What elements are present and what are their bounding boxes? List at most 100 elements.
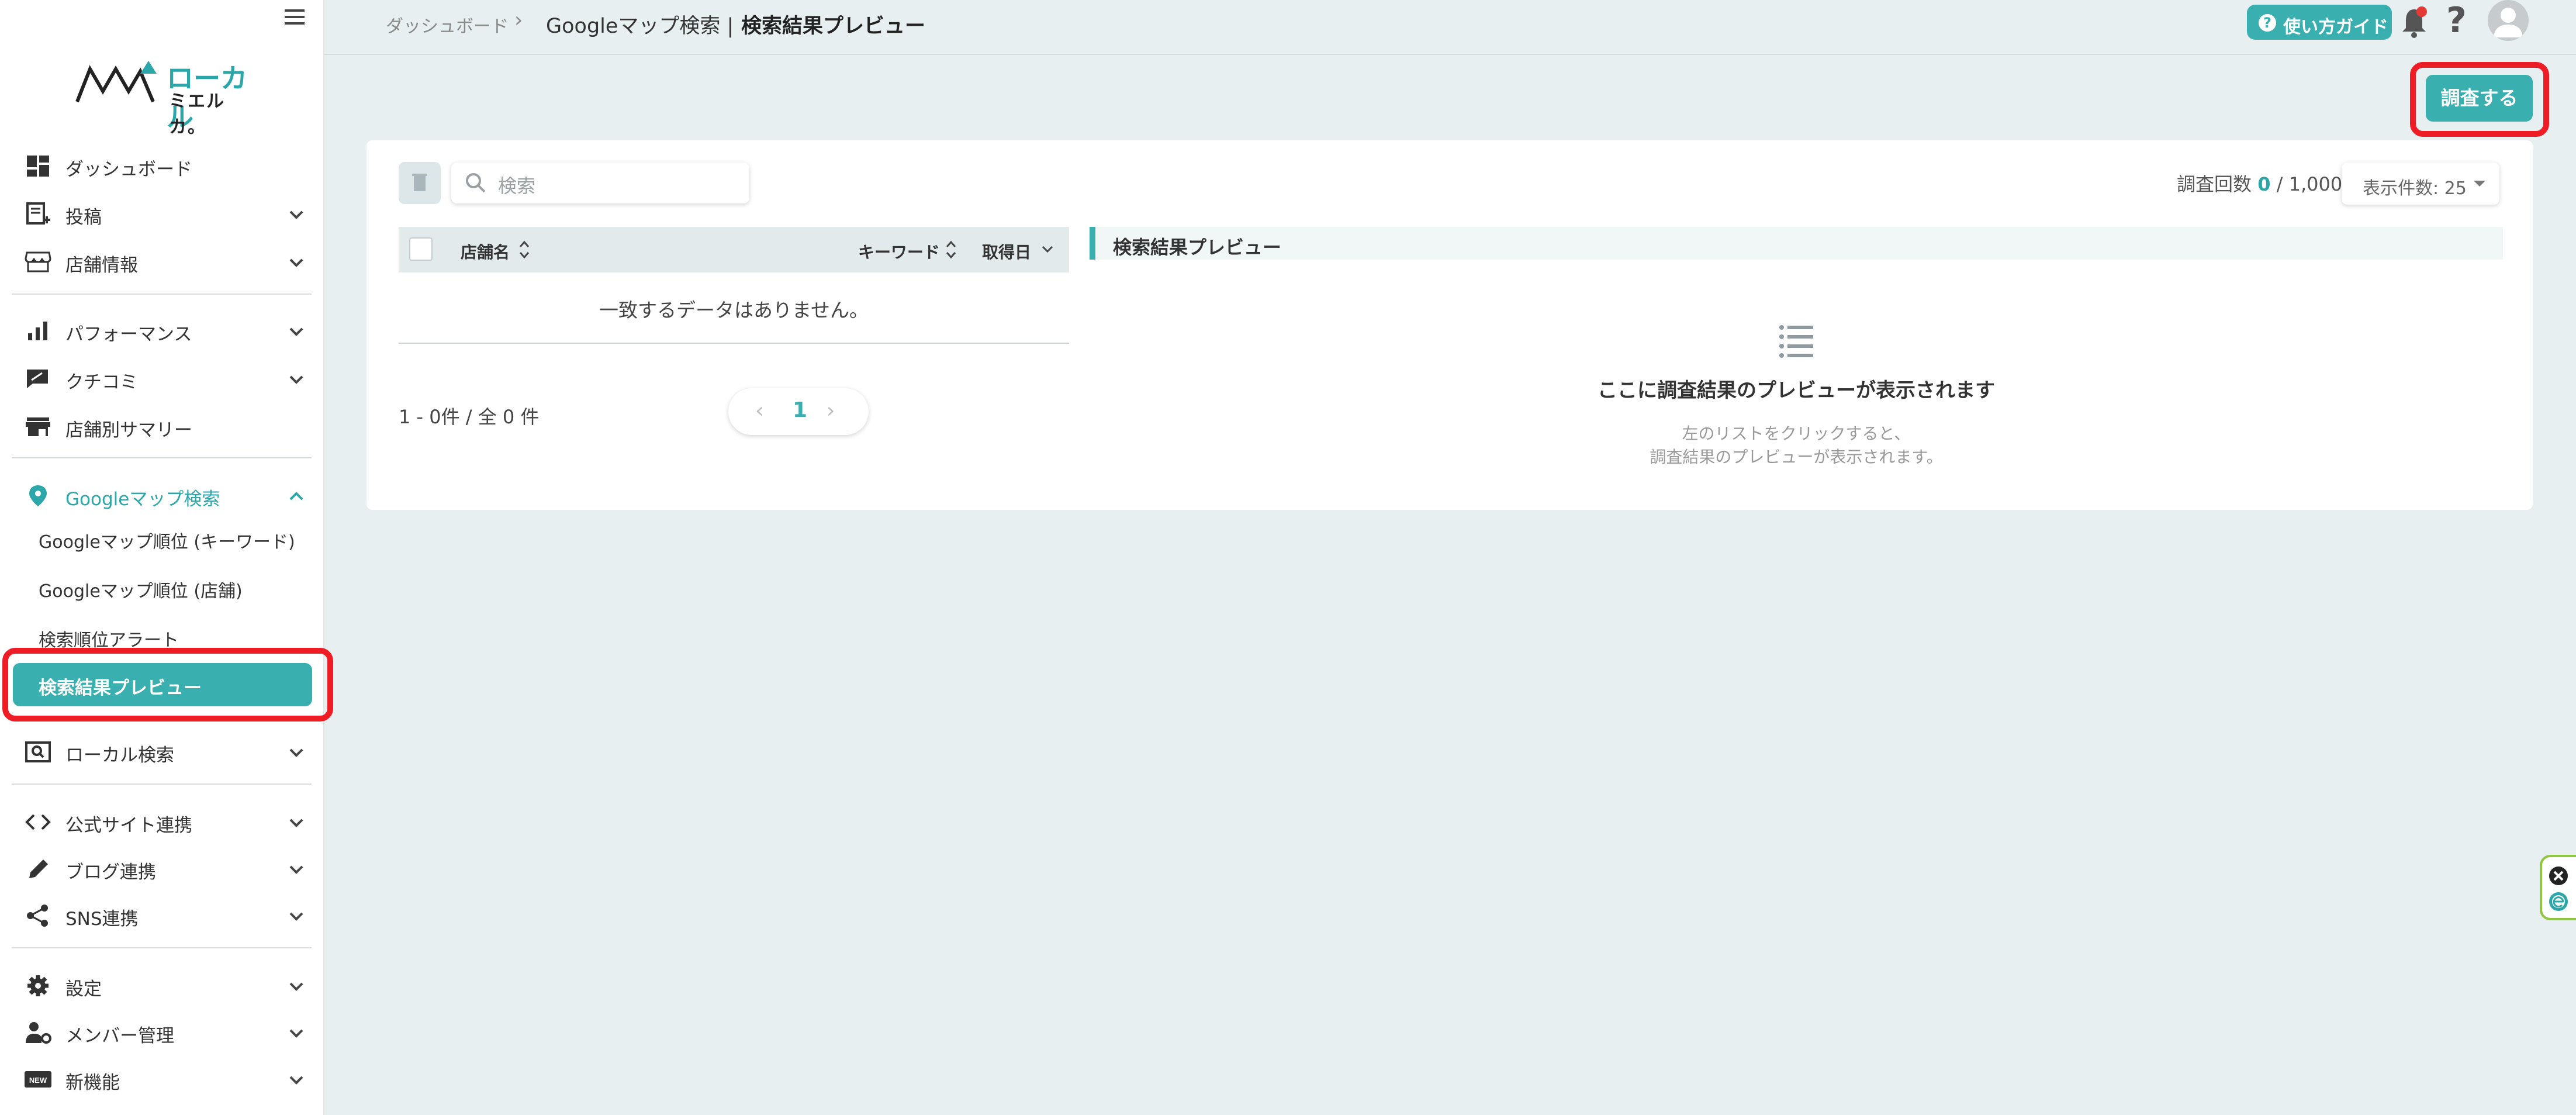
chevron-up-icon (289, 492, 303, 500)
preview-empty-line-1: 左のリストをクリックすると、 (1682, 424, 1911, 443)
sidebar-divider (12, 294, 312, 295)
sidebar-item-label: 設定 (65, 979, 102, 1000)
dashboard-icon (27, 156, 49, 177)
sidebar-item-label: クチコミ (65, 372, 138, 393)
logo-mark-icon (75, 61, 157, 103)
breadcrumb-current-page: 検索結果プレビュー (741, 15, 926, 38)
pagination-range: 1 - 0件 / 全 0 件 (399, 406, 540, 428)
storefront-icon (26, 417, 50, 436)
floating-widget (2540, 855, 2576, 920)
hamburger-menu-icon[interactable] (282, 5, 307, 29)
preview-header-accent (1090, 227, 1095, 260)
column-keyword[interactable]: キーワード (858, 240, 940, 263)
breadcrumb-dashboard[interactable]: ダッシュボード (386, 12, 509, 37)
sidebar-divider (12, 947, 312, 948)
chevron-down-icon (289, 327, 303, 336)
sidebar-divider (12, 457, 312, 458)
gear-icon (27, 975, 49, 996)
sidebar-item-label: パフォーマンス (65, 324, 192, 345)
sidebar-item-blog[interactable]: ブログ連携 (0, 848, 323, 889)
pagination: ‹ 1 › (728, 388, 869, 435)
trash-icon (412, 174, 427, 191)
pagination-current-page[interactable]: 1 (793, 398, 807, 422)
chevron-down-icon (289, 819, 303, 827)
per-page-label: 表示件数: 25 (2363, 178, 2467, 199)
question-circle-icon: ? (2259, 14, 2276, 32)
chevron-down-icon (289, 982, 303, 991)
sidebar-item-posts[interactable]: 投稿 (0, 193, 323, 234)
sidebar-item-dashboard[interactable]: ダッシュボード (0, 145, 323, 186)
sidebar-item-label: Googleマップ検索 (65, 489, 220, 510)
preview-heading: 検索結果プレビュー (1113, 236, 1282, 258)
new-badge-icon: NEW (25, 1071, 51, 1088)
sort-icon[interactable] (945, 239, 957, 261)
sidebar-item-label: ローカル検索 (65, 745, 174, 766)
pencil-icon (29, 859, 48, 878)
column-date[interactable]: 取得日 (982, 240, 1031, 263)
chevron-down-icon (289, 865, 303, 874)
review-icon (27, 370, 48, 388)
highlight-annotation-sidebar (2, 648, 333, 722)
search-icon (466, 173, 486, 193)
sidebar-item-new-features[interactable]: NEW 新機能 (0, 1058, 323, 1099)
extension-icon[interactable] (2548, 891, 2569, 912)
sidebar-subitem-rank-store[interactable]: Googleマップ順位 (店舗) (39, 577, 243, 602)
investigation-count: 調査回数 0 / 1,000 (2177, 170, 2342, 196)
chevron-down-icon (289, 258, 303, 267)
dropdown-caret-icon (2474, 181, 2485, 187)
user-avatar[interactable] (2488, 0, 2529, 41)
user-settings-icon (26, 1022, 51, 1044)
chevron-down-icon (289, 748, 303, 757)
sidebar-item-sns[interactable]: SNS連携 (0, 895, 323, 936)
sidebar-subitem-rank-keyword[interactable]: Googleマップ順位 (キーワード) (39, 527, 295, 553)
sidebar-item-google-map-search[interactable]: Googleマップ検索 (0, 475, 323, 516)
delete-button[interactable] (399, 162, 441, 204)
close-icon[interactable] (2548, 865, 2569, 886)
search-input[interactable]: 検索 (451, 163, 749, 203)
pagination-prev-icon[interactable]: ‹ (755, 399, 763, 423)
chevron-down-icon (289, 210, 303, 219)
chevron-down-icon (289, 1029, 303, 1038)
empty-table-message: 一致するデータはありません。 (599, 299, 869, 322)
pagination-next-icon[interactable]: › (827, 399, 835, 423)
sidebar-item-label: メンバー管理 (65, 1026, 174, 1047)
sidebar-item-label: ダッシュボード (65, 159, 192, 180)
breadcrumb-separator-icon: › (514, 8, 523, 32)
sidebar-item-store-info[interactable]: 店舗情報 (0, 241, 323, 282)
share-icon (27, 905, 48, 927)
sidebar-item-reviews[interactable]: クチコミ (0, 358, 323, 399)
sidebar-item-local-search[interactable]: ローカル検索 (0, 731, 323, 772)
sidebar-item-settings[interactable]: 設定 (0, 965, 323, 1006)
new-badge-text: NEW (29, 1076, 47, 1085)
investigation-count-label: 調査回数 (2177, 173, 2252, 195)
usage-guide-label: 使い方ガイド (2283, 17, 2388, 37)
preview-header: 検索結果プレビュー (1090, 227, 2503, 260)
notification-bell-icon[interactable] (2399, 5, 2429, 40)
sidebar-item-official-site[interactable]: 公式サイト連携 (0, 801, 323, 842)
help-icon[interactable]: ? (2446, 0, 2467, 41)
sort-icon[interactable] (518, 239, 531, 261)
empty-table-row: 一致するデータはありません。 (399, 272, 1069, 344)
breadcrumb-google-map-search[interactable]: Googleマップ検索 | (546, 9, 734, 39)
chevron-down-icon (289, 375, 303, 384)
column-store-name[interactable]: 店舗名 (461, 240, 510, 263)
preview-empty-title: ここに調査結果のプレビューが表示されます (1598, 379, 1995, 402)
select-all-checkbox[interactable] (409, 237, 433, 261)
sidebar-item-performance[interactable]: パフォーマンス (0, 310, 323, 351)
usage-guide-button[interactable]: ? 使い方ガイド (2247, 5, 2392, 40)
chevron-down-icon (289, 1076, 303, 1085)
investigation-count-used: 0 (2257, 173, 2271, 195)
sidebar-item-members[interactable]: メンバー管理 (0, 1012, 323, 1052)
per-page-select[interactable]: 表示件数: 25 (2342, 163, 2499, 205)
map-pin-icon (29, 485, 47, 506)
sidebar-item-label: 公式サイト連携 (65, 815, 192, 836)
chevron-down-icon (289, 912, 303, 921)
sidebar-item-store-summary[interactable]: 店舗別サマリー (0, 406, 323, 447)
sidebar-item-label: 店舗情報 (65, 255, 138, 276)
code-icon (25, 814, 51, 830)
chevron-down-icon[interactable] (1040, 243, 1054, 255)
app-logo[interactable]: ローカル ミエルカ。 (75, 57, 250, 137)
post-edit-icon (26, 202, 50, 225)
highlight-annotation-button (2410, 62, 2549, 137)
sidebar-item-label: 店舗別サマリー (65, 420, 192, 441)
